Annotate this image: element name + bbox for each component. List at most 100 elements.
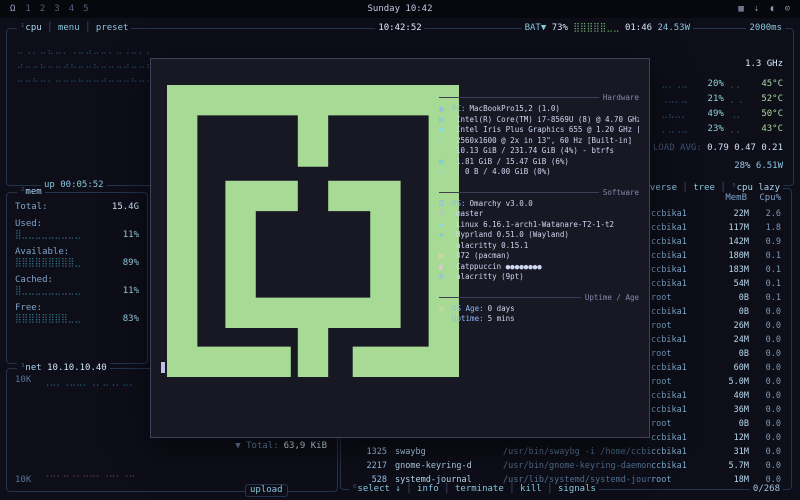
fetch-line-label: OS: — [452, 199, 466, 210]
fetch-line: ◐ Catppuccin ●●●●●●●● — [439, 262, 639, 273]
process-user: root — [651, 319, 707, 333]
fetch-line: ⌥ master — [439, 209, 639, 220]
update-interval[interactable]: 2000ms — [746, 23, 785, 34]
fetch-line: > alacritty 0.15.1 — [439, 241, 639, 252]
fastfetch-window: Hardware ▣ PC: MacBookPro15,2 (1.0) ▤ In… — [150, 58, 650, 438]
fetch-line-value: 5 mins — [488, 314, 515, 325]
memory-row: Cached: ⣿⣀⣀⣀⣀⣀⣀⣀⣀⣀ 11% — [15, 275, 139, 297]
info-action[interactable]: info — [417, 484, 439, 494]
cpu-usage-graph: ⣀⢀⡀⣀⣄⣀⡀⢀⣀⣠⣀⣀⡀⣀⢀⣀⡀⣀⣠⣀⣀⣄⣀⣀⣠⣄⣀⣀⣄⣀⣀⣀⣠⣀⣀⣄⣀⣀⣄⣀… — [17, 43, 149, 173]
signals-action[interactable]: signals — [558, 484, 596, 494]
launcher-icon[interactable]: Ω — [10, 4, 15, 14]
overview-icon[interactable]: ▦ — [738, 4, 743, 14]
column-header-mem[interactable]: MemB — [701, 193, 747, 203]
divider — [439, 297, 581, 298]
select-action[interactable]: select ↓ — [357, 484, 400, 494]
memory-row-percent: 11% — [123, 230, 139, 241]
process-cpu: 0.0 — [749, 361, 781, 375]
upload-tab[interactable]: upload — [245, 484, 288, 497]
status-bar: Ω 12345 Sunday 10:42 ▦ ⇣ ◖ ⊙ — [0, 0, 800, 18]
battery-meter: ⣿⣿⣿⣿⣿⣀⣀ — [573, 23, 619, 33]
fetch-line: ▦ Intel Iris Plus Graphics 655 @ 1.20 GH… — [439, 125, 639, 136]
process-count: 0/268 — [750, 484, 783, 495]
fetch-info-panel: Hardware ▣ PC: MacBookPro15,2 (1.0) ▤ In… — [439, 91, 639, 325]
process-footer: ⁶select ↓ │ info │ terminate │ kill │ si… — [349, 484, 599, 495]
workspace-button[interactable]: 2 — [40, 4, 45, 14]
process-cpu: 2.6 — [749, 207, 781, 221]
hardware-lines: ▣ PC: MacBookPro15,2 (1.0) ▤ Intel(R) Co… — [439, 104, 639, 178]
process-memory: 5.7M — [707, 459, 749, 473]
updates-icon[interactable]: ⇣ — [754, 4, 759, 14]
fetch-line-icon: ≈ — [439, 167, 452, 178]
terminal-cursor — [161, 362, 165, 373]
fetch-line-icon: ▤ — [439, 251, 452, 262]
process-cpu: 0.1 — [749, 249, 781, 263]
workspace-button[interactable]: 5 — [83, 4, 88, 14]
fetch-line-icon: A — [439, 272, 452, 283]
volume-icon[interactable]: ◖ — [769, 4, 774, 14]
workspace-button[interactable]: 1 — [25, 4, 30, 14]
process-cpu: 0.0 — [749, 319, 781, 333]
process-cpu: 0.1 — [749, 263, 781, 277]
core-spark: ⣀⡀⢀⣀ — [661, 77, 687, 92]
fetch-line-icon: ◔ — [439, 314, 452, 325]
process-memory: 142M — [707, 235, 749, 249]
core-temp: 43°C — [749, 122, 783, 137]
process-row[interactable]: 2217 gnome-keyring-d /usr/bin/gnome-keyr… — [341, 459, 791, 473]
process-memory: 0B — [707, 305, 749, 319]
fetch-line-value: Linux 6.16.1-arch1-Watanare-T2-1-t2 — [456, 220, 614, 231]
process-row[interactable]: 1325 swaybg /usr/bin/swaybg -i /home/ccb… — [341, 445, 791, 459]
clock: Sunday 10:42 — [367, 4, 432, 14]
core-temp-graph: ⢀⡀ — [730, 107, 743, 122]
core-temp: 52°C — [749, 92, 783, 107]
core-row: ⣀⡀⢀⣀ 20% ⡀⡀ 45°C — [661, 77, 783, 92]
fetch-line-value: Hyprland 0.51.0 (Wayland) — [456, 230, 569, 241]
process-command: /usr/bin/swaybg -i /home/ccbika1 — [503, 445, 651, 459]
core-percent: 49% — [694, 107, 724, 122]
process-memory: 0B — [707, 347, 749, 361]
memory-row-meter: ⣿⣿⣿⣿⣿⣿⣿⣿⣀⣀ — [15, 314, 81, 325]
fetch-line-value: Catppuccin ●●●●●●●● — [456, 262, 542, 273]
kill-action[interactable]: kill — [520, 484, 542, 494]
separator: │ — [682, 183, 687, 193]
fetch-line-icon: ⊡ — [439, 136, 452, 147]
process-memory: 26M — [707, 319, 749, 333]
load-average-label: LOAD AVG: — [653, 143, 702, 153]
fetch-line: A alacritty (9pt) — [439, 272, 639, 283]
sort-mode-button[interactable]: cpu lazy — [737, 183, 780, 193]
core-temp: 45°C — [749, 77, 783, 92]
sort-tree-button[interactable]: tree — [693, 183, 715, 193]
fetch-line-value: Intel Iris Plus Graphics 655 @ 1.20 GHz … — [456, 125, 639, 136]
menu-button[interactable]: menu — [58, 23, 80, 33]
fetch-line-value: alacritty (9pt) — [456, 272, 524, 283]
fetch-line: ◈ Hyprland 0.51.0 (Wayland) — [439, 230, 639, 241]
process-memory: 54M — [707, 277, 749, 291]
power-icon[interactable]: ⊙ — [785, 4, 790, 14]
uptime-section-title: Uptime / Age — [585, 293, 639, 302]
cpu-box-title-text: cpu — [25, 23, 41, 33]
workspace-button[interactable]: 3 — [54, 4, 59, 14]
process-user: root — [651, 473, 707, 487]
column-header-cpu[interactable]: Cpu% — [747, 193, 781, 203]
process-user: root — [651, 375, 707, 389]
memory-box: ²mem Total: 15.4G — [6, 192, 148, 364]
process-user: ccbika1 — [651, 459, 707, 473]
workspace-button[interactable]: 4 — [69, 4, 74, 14]
fetch-line-icon: ◆ — [439, 220, 452, 231]
preset-button[interactable]: preset — [96, 23, 129, 33]
core-spark: ⢀⣀⡀⣀ — [661, 92, 687, 107]
cpu-graph-row: ⣠⣀⣀⣄⣀⣀⣠⣄⣀⣀⣄⣀⣀⣀⣠⣀⣀⣄ — [17, 57, 149, 71]
net-total-label: ▼ Total: — [235, 441, 278, 451]
process-user: ccbika1 — [651, 277, 707, 291]
fetch-line-value: 0 days — [488, 304, 515, 315]
logo-inner-frame — [241, 196, 386, 313]
software-section-title: Software — [603, 188, 639, 197]
battery-icon: BAT▼ — [525, 23, 547, 33]
fetch-line-icon: ◈ — [439, 230, 452, 241]
process-user: ccbika1 — [651, 389, 707, 403]
fetch-line-label: OS Age: — [452, 304, 484, 315]
core-row: ⢀⣀⡀⣀ 21% ⡀⢀ 52°C — [661, 92, 783, 107]
terminate-action[interactable]: terminate — [455, 484, 504, 494]
process-pid: 2217 — [351, 459, 387, 473]
process-cpu: 0.0 — [749, 375, 781, 389]
